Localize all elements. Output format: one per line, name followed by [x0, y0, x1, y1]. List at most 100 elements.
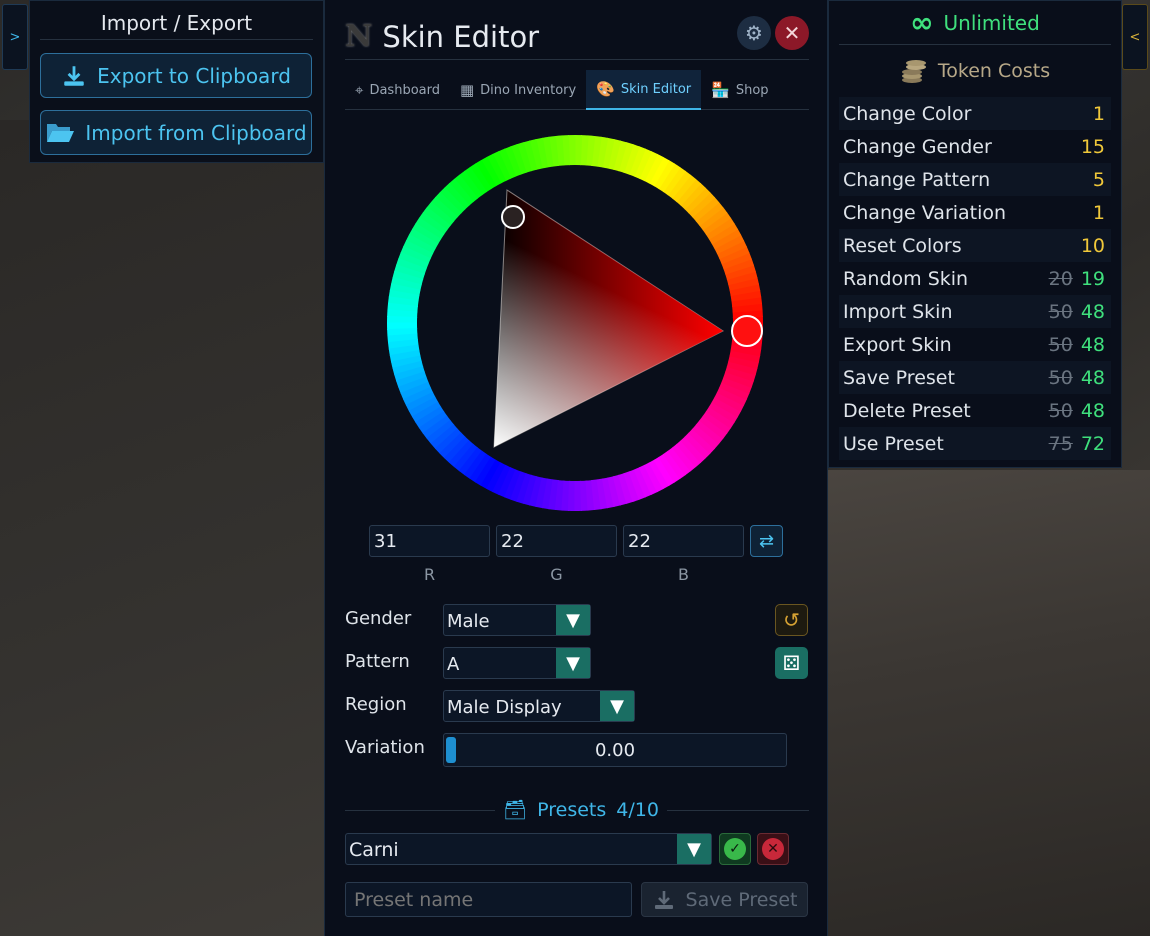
cost-row: Import Skin 50 48	[839, 295, 1111, 328]
tab-shop[interactable]: 🏪 Shop	[701, 70, 778, 110]
pattern-label: Pattern	[345, 651, 410, 672]
undo-icon: ↺	[783, 608, 800, 632]
blue-input[interactable]: 22	[623, 525, 744, 557]
token-costs-panel: ∞ Unlimited Token Costs Change Color 1 Cha…	[828, 0, 1122, 468]
tab-dino-inventory[interactable]: ▦ Dino Inventory	[450, 70, 586, 110]
export-clipboard-label: Export to Clipboard	[97, 63, 291, 88]
variation-row: Variation 0.00	[345, 733, 795, 767]
cost-current: 72	[1080, 432, 1105, 455]
cost-row: Change Variation 1	[839, 196, 1111, 229]
cost-row: Use Preset 75 72	[839, 427, 1111, 460]
background-scene-left	[0, 120, 330, 936]
cost-row: Reset Colors 10	[839, 229, 1111, 262]
delete-preset-button[interactable]: ✕	[757, 833, 789, 865]
preset-select[interactable]: Carni ▼	[345, 833, 712, 865]
color-wheel[interactable]	[385, 133, 765, 513]
cost-original: 50	[1048, 333, 1073, 356]
preset-value: Carni	[349, 839, 399, 861]
cost-current: 10	[1080, 234, 1105, 257]
hue-segment	[386, 315, 418, 324]
hue-segment	[574, 134, 583, 166]
tab-bar: ⌖ Dashboard ▦ Dino Inventory 🎨 Skin Edit…	[345, 70, 809, 110]
coins-icon	[901, 60, 926, 83]
save-preset-button[interactable]: Save Preset	[641, 882, 808, 917]
cost-original: 20	[1048, 267, 1073, 290]
folder-open-icon	[47, 123, 75, 142]
red-input[interactable]: 31	[369, 525, 490, 557]
region-label: Region	[345, 694, 407, 715]
brand-logo: N	[345, 19, 373, 54]
import-clipboard-label: Import from Clipboard	[85, 120, 307, 145]
presets-title: 🗃 Presets 4/10	[495, 798, 667, 821]
cost-current: 48	[1080, 333, 1105, 356]
cost-name: Change Color	[843, 102, 972, 125]
apply-preset-button[interactable]: ✓	[719, 833, 751, 865]
left-panel-toggle[interactable]: >	[2, 4, 28, 70]
reset-colors-button[interactable]: ↺	[775, 604, 808, 636]
archive-icon: 🗃	[503, 799, 528, 821]
cost-name: Export Skin	[843, 333, 952, 356]
infinity-icon: ∞	[910, 6, 934, 39]
cost-value: 15	[1081, 136, 1105, 158]
boxes-icon: ▦	[459, 81, 475, 99]
green-input[interactable]: 22	[496, 525, 617, 557]
chevron-down-icon: ▼	[556, 605, 590, 635]
check-icon: ✓	[724, 838, 746, 860]
region-select[interactable]: Male Display ▼	[443, 690, 635, 722]
variation-slider[interactable]: 0.00	[443, 733, 787, 767]
save-preset-label: Save Preset	[685, 888, 798, 911]
cost-row: Change Pattern 5	[839, 163, 1111, 196]
cost-row: Random Skin 20 19	[839, 262, 1111, 295]
cost-value: 50 48	[1049, 301, 1105, 323]
import-clipboard-button[interactable]: Import from Clipboard	[40, 110, 312, 155]
cost-value: 50 48	[1049, 400, 1105, 422]
settings-button[interactable]: ⚙	[737, 16, 771, 50]
region-value: Male Display	[447, 697, 562, 718]
store-icon: 🏪	[711, 81, 730, 99]
cost-list: Change Color 1 Change Gender 15 Change Patte…	[839, 97, 1111, 460]
gender-row: Gender Male ▼ ↺	[345, 604, 808, 638]
cost-name: Change Gender	[843, 135, 992, 158]
random-skin-button[interactable]: ⚄	[775, 647, 808, 679]
variation-label: Variation	[345, 737, 425, 758]
presets-count: 4/10	[616, 798, 659, 821]
unlimited-badge: ∞ Unlimited	[839, 1, 1111, 45]
tab-skin-editor[interactable]: 🎨 Skin Editor	[586, 70, 702, 110]
presets-label: Presets	[537, 798, 607, 821]
cost-row: Save Preset 50 48	[839, 361, 1111, 394]
palette-icon: 🎨	[596, 80, 615, 98]
close-button[interactable]: ✕	[775, 16, 809, 50]
cost-name: Delete Preset	[843, 399, 971, 422]
cost-value: 10	[1081, 235, 1105, 257]
cost-current: 5	[1092, 168, 1105, 191]
unlimited-label: Unlimited	[943, 10, 1040, 35]
page-title: Skin Editor	[382, 19, 540, 54]
cost-row: Change Gender 15	[839, 130, 1111, 163]
pattern-value: A	[447, 654, 460, 675]
cost-value: 75 72	[1049, 433, 1105, 455]
hue-handle[interactable]	[731, 315, 763, 347]
swap-color-button[interactable]: ⇄	[750, 525, 783, 557]
hue-segment	[567, 480, 576, 512]
pattern-select[interactable]: A ▼	[443, 647, 591, 679]
export-clipboard-button[interactable]: Export to Clipboard	[40, 53, 312, 98]
token-costs-label: Token Costs	[937, 60, 1051, 82]
region-row: Region Male Display ▼	[345, 690, 795, 724]
cost-original: 75	[1048, 432, 1073, 455]
saturation-handle[interactable]	[501, 205, 525, 229]
gender-select[interactable]: Male ▼	[443, 604, 591, 636]
cost-name: Random Skin	[843, 267, 969, 290]
preset-name-input[interactable]	[345, 882, 632, 917]
cost-name: Save Preset	[843, 366, 955, 389]
tab-label: Dashboard	[369, 82, 440, 98]
cost-name: Change Variation	[843, 201, 1007, 224]
import-export-title: Import / Export	[40, 11, 313, 40]
right-panel-toggle[interactable]: <	[1122, 4, 1148, 70]
color-wheel-graphic[interactable]	[385, 133, 765, 513]
cost-name: Use Preset	[843, 432, 944, 455]
chevron-down-icon: ▼	[677, 834, 711, 864]
tab-dashboard[interactable]: ⌖ Dashboard	[345, 70, 450, 110]
close-icon: ✕	[762, 838, 784, 860]
cost-name: Reset Colors	[843, 234, 962, 257]
cost-name: Import Skin	[843, 300, 953, 323]
